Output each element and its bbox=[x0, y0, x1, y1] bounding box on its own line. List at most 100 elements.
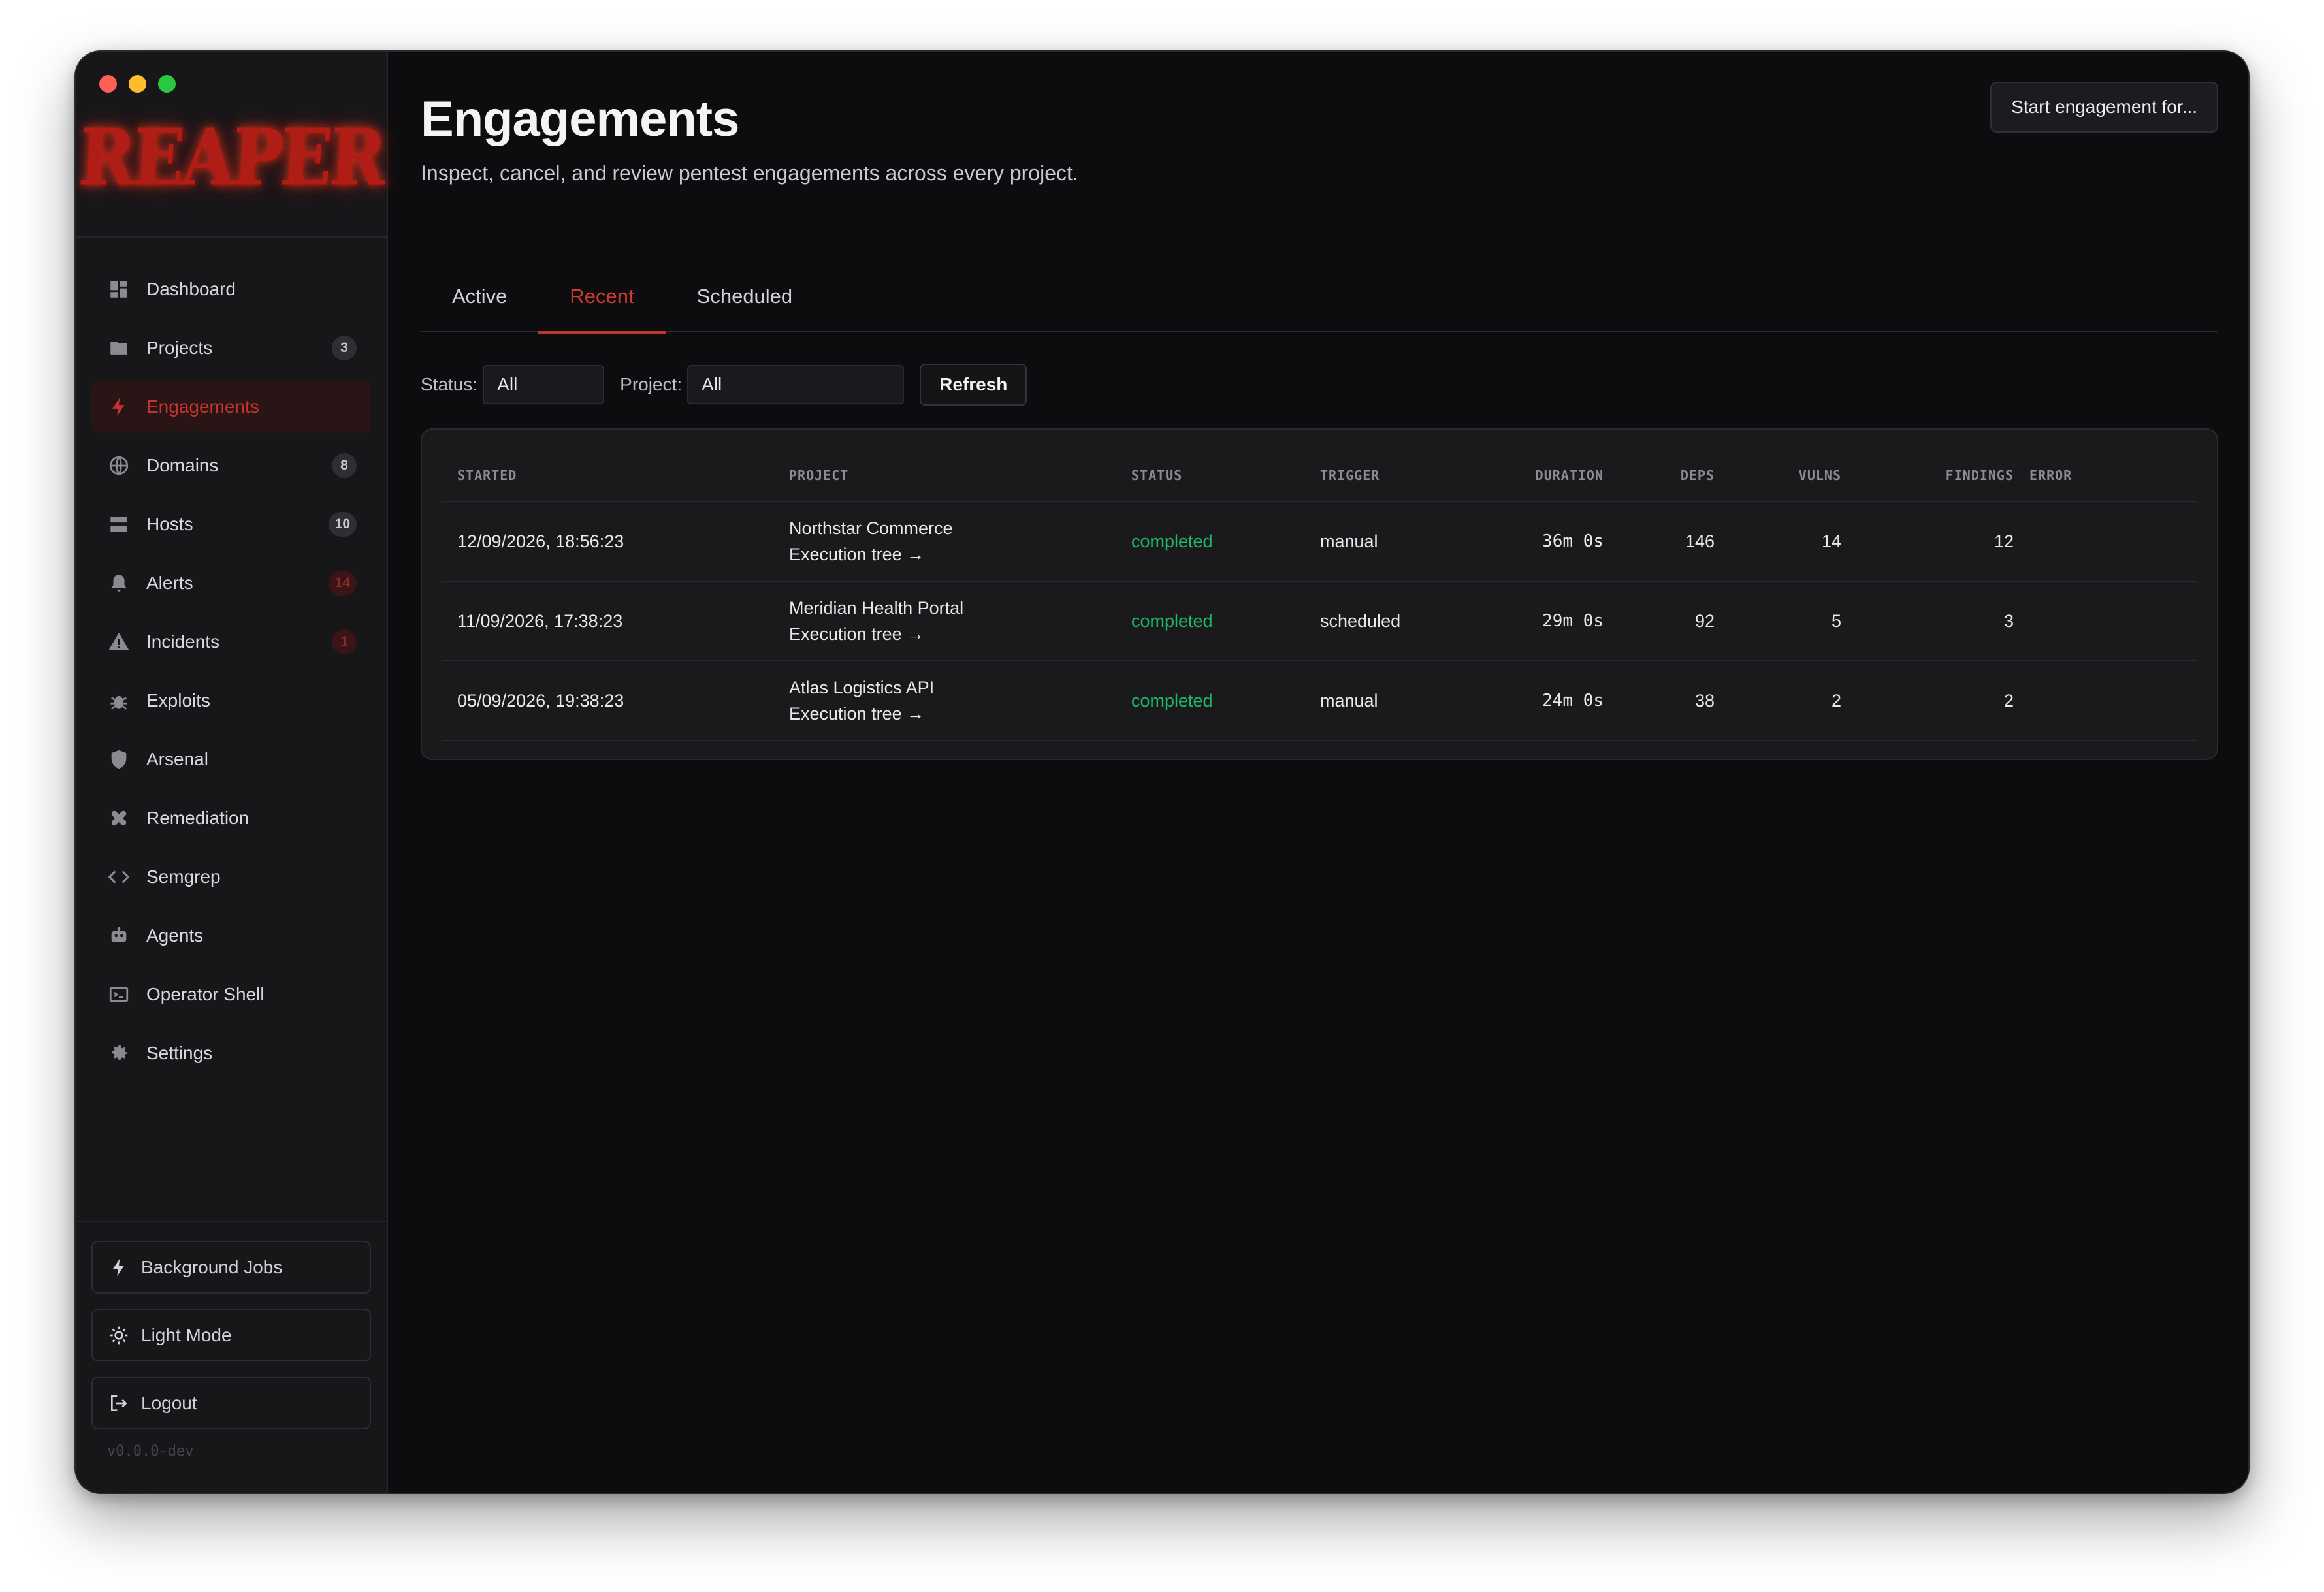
column-header-started[interactable]: STARTED bbox=[442, 449, 773, 502]
vulns-cell: 14 bbox=[1715, 501, 1841, 582]
bolt-icon bbox=[107, 395, 131, 419]
sidebar-footer: Background Jobs Light Mode Logout v0.0.0… bbox=[76, 1221, 387, 1493]
vulns-cell: 2 bbox=[1715, 661, 1841, 741]
execution-tree-link[interactable]: Execution tree → bbox=[789, 701, 1116, 727]
sidebar-item-alerts[interactable]: Alerts 14 bbox=[91, 556, 371, 609]
table-header-row: STARTED PROJECT STATUS TRIGGER DURATION … bbox=[442, 449, 2197, 502]
background-jobs-label: Background Jobs bbox=[141, 1256, 283, 1277]
trigger-cell: scheduled bbox=[1304, 581, 1474, 661]
terminal-icon bbox=[107, 983, 131, 1006]
findings-cell: 3 bbox=[1841, 581, 2014, 661]
page-title: Engagements bbox=[421, 91, 739, 147]
deps-cell: 92 bbox=[1604, 581, 1715, 661]
filter-bar: Status: All Project: All Refresh bbox=[421, 364, 1027, 406]
tab-active[interactable]: Active bbox=[421, 261, 538, 332]
count-badge: 8 bbox=[332, 453, 357, 478]
sidebar-item-projects[interactable]: Projects 3 bbox=[91, 321, 371, 374]
project-filter-select[interactable]: All bbox=[687, 365, 905, 404]
robot-icon bbox=[107, 924, 131, 947]
sidebar-item-incidents[interactable]: Incidents 1 bbox=[91, 615, 371, 668]
light-mode-button[interactable]: Light Mode bbox=[91, 1309, 371, 1361]
column-header-error[interactable]: ERROR bbox=[2014, 449, 2197, 502]
project-cell: Meridian Health Portal Execution tree → bbox=[773, 581, 1116, 661]
project-name[interactable]: Meridian Health Portal bbox=[789, 595, 1116, 621]
column-header-trigger[interactable]: TRIGGER bbox=[1304, 449, 1474, 502]
deps-cell: 146 bbox=[1604, 501, 1715, 582]
project-name[interactable]: Atlas Logistics API bbox=[789, 675, 1116, 701]
column-header-project[interactable]: PROJECT bbox=[773, 449, 1116, 502]
column-header-vulns[interactable]: VULNS bbox=[1715, 449, 1841, 502]
execution-tree-link[interactable]: Execution tree → bbox=[789, 621, 1116, 647]
execution-tree-link[interactable]: Execution tree → bbox=[789, 541, 1116, 567]
sidebar-item-dashboard[interactable]: Dashboard bbox=[91, 263, 371, 315]
table-row[interactable]: 11/09/2026, 17:38:23 Meridian Health Por… bbox=[442, 581, 2197, 661]
sidebar-item-operator-shell[interactable]: Operator Shell bbox=[91, 968, 371, 1021]
trigger-cell: manual bbox=[1304, 501, 1474, 582]
bolt-icon bbox=[108, 1257, 129, 1278]
project-name[interactable]: Northstar Commerce bbox=[789, 515, 1116, 541]
status-filter-select[interactable]: All bbox=[483, 365, 605, 404]
sidebar-item-domains[interactable]: Domains 8 bbox=[91, 439, 371, 492]
sidebar-item-agents[interactable]: Agents bbox=[91, 909, 371, 962]
error-cell bbox=[2014, 661, 2197, 741]
column-header-findings[interactable]: FINDINGS bbox=[1841, 449, 2014, 502]
sidebar-item-label: Domains bbox=[146, 454, 219, 475]
column-header-deps[interactable]: DEPS bbox=[1604, 449, 1715, 502]
sidebar-item-label: Semgrep bbox=[146, 866, 221, 887]
sidebar-item-arsenal[interactable]: Arsenal bbox=[91, 733, 371, 786]
engagements-table: STARTED PROJECT STATUS TRIGGER DURATION … bbox=[442, 449, 2197, 741]
sidebar-item-label: Projects bbox=[146, 337, 213, 358]
sidebar-item-exploits[interactable]: Exploits bbox=[91, 674, 371, 727]
tab-recent[interactable]: Recent bbox=[538, 261, 666, 334]
sidebar-item-remediation[interactable]: Remediation bbox=[91, 791, 371, 844]
gear-icon bbox=[107, 1042, 131, 1065]
vulns-cell: 5 bbox=[1715, 581, 1841, 661]
status-filter-label: Status: bbox=[421, 374, 478, 394]
sidebar-item-hosts[interactable]: Hosts 10 bbox=[91, 498, 371, 550]
close-window-button[interactable] bbox=[99, 75, 117, 93]
count-badge: 3 bbox=[332, 335, 357, 360]
maximize-window-button[interactable] bbox=[158, 75, 176, 93]
sidebar-item-label: Remediation bbox=[146, 807, 250, 828]
started-cell: 11/09/2026, 17:38:23 bbox=[442, 581, 773, 661]
table-row[interactable]: 05/09/2026, 19:38:23 Atlas Logistics API… bbox=[442, 661, 2197, 741]
main-content: Engagements Inspect, cancel, and review … bbox=[389, 52, 2248, 1493]
incident-badge: 1 bbox=[332, 629, 357, 654]
sidebar-item-label: Incidents bbox=[146, 631, 220, 652]
start-engagement-button[interactable]: Start engagement for... bbox=[1990, 82, 2218, 133]
sidebar-item-engagements[interactable]: Engagements bbox=[91, 380, 371, 433]
sidebar-item-settings[interactable]: Settings bbox=[91, 1027, 371, 1079]
duration-cell: 24m 0s bbox=[1474, 661, 1604, 741]
project-cell: Atlas Logistics API Execution tree → bbox=[773, 661, 1116, 741]
minimize-window-button[interactable] bbox=[129, 75, 146, 93]
tab-scheduled[interactable]: Scheduled bbox=[666, 261, 824, 332]
started-cell: 12/09/2026, 18:56:23 bbox=[442, 501, 773, 582]
findings-cell: 2 bbox=[1841, 661, 2014, 741]
page-subtitle: Inspect, cancel, and review pentest enga… bbox=[421, 161, 1078, 185]
column-header-status[interactable]: STATUS bbox=[1116, 449, 1304, 502]
logout-button[interactable]: Logout bbox=[91, 1377, 371, 1429]
deps-cell: 38 bbox=[1604, 661, 1715, 741]
column-header-duration[interactable]: DURATION bbox=[1474, 449, 1604, 502]
engagement-tabs: Active Recent Scheduled bbox=[421, 261, 2218, 334]
dashboard-icon bbox=[107, 278, 131, 301]
app-version: v0.0.0-dev bbox=[107, 1443, 194, 1459]
warning-icon bbox=[107, 630, 131, 654]
sidebar-item-label: Alerts bbox=[146, 572, 193, 593]
project-cell: Northstar Commerce Execution tree → bbox=[773, 501, 1116, 582]
sidebar-item-label: Dashboard bbox=[146, 278, 236, 299]
app-logo[interactable]: REAPER bbox=[76, 111, 387, 203]
sidebar-item-label: Exploits bbox=[146, 690, 211, 710]
sidebar-item-label: Arsenal bbox=[146, 748, 208, 769]
background-jobs-button[interactable]: Background Jobs bbox=[91, 1241, 371, 1294]
trigger-cell: manual bbox=[1304, 661, 1474, 741]
window-controls bbox=[99, 75, 176, 93]
sidebar-item-semgrep[interactable]: Semgrep bbox=[91, 850, 371, 903]
refresh-button[interactable]: Refresh bbox=[920, 364, 1027, 406]
table-row[interactable]: 12/09/2026, 18:56:23 Northstar Commerce … bbox=[442, 501, 2197, 582]
sidebar-item-label: Operator Shell bbox=[146, 983, 265, 1004]
shield-icon bbox=[107, 748, 131, 771]
code-icon bbox=[107, 865, 131, 889]
sidebar: REAPER Dashboard Projects 3 Engagements … bbox=[76, 52, 388, 1493]
app-window: REAPER Dashboard Projects 3 Engagements … bbox=[74, 50, 2250, 1494]
